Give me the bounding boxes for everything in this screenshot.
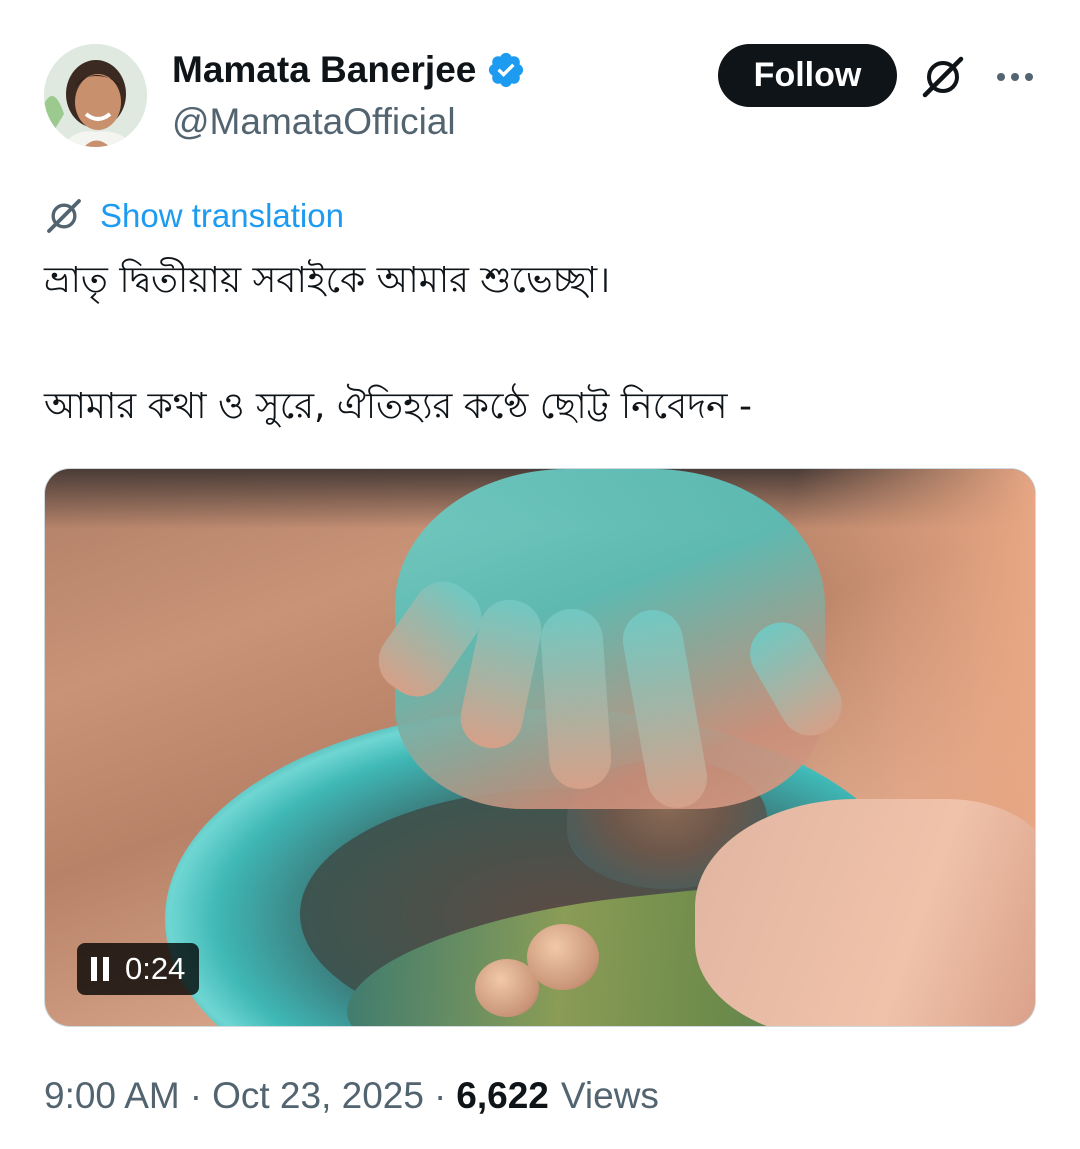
show-translation-link[interactable]: Show translation bbox=[44, 194, 344, 238]
video-controls[interactable]: 0:24 bbox=[77, 943, 200, 995]
author-handle[interactable]: @MamataOfficial bbox=[172, 98, 456, 146]
tweet-meta: 9:00 AM · Oct 23, 2025 · 6,622 Views bbox=[44, 1072, 659, 1120]
grok-icon bbox=[47, 199, 81, 233]
show-translation-label[interactable]: Show translation bbox=[100, 194, 344, 238]
tweet-time[interactable]: 9:00 AM bbox=[44, 1072, 180, 1120]
video-frame-sweet bbox=[527, 924, 599, 990]
avatar-image bbox=[44, 44, 147, 147]
tweet-text-line: ভ্রাতৃ দ্বিতীয়ায় সবাইকে আমার শুভেচ্ছা। bbox=[44, 260, 611, 301]
pause-icon[interactable] bbox=[91, 957, 109, 981]
author-name-text[interactable]: Mamata Banerjee bbox=[172, 46, 476, 94]
video-frame-finger bbox=[538, 607, 614, 791]
more-icon-dot bbox=[1025, 73, 1033, 81]
video-time: 0:24 bbox=[125, 951, 186, 986]
tweet-text-line: আমার কথা ও সুরে, ঐতিহ্যর কণ্ঠে ছোট্ট নিব… bbox=[44, 386, 752, 427]
meta-separator: · bbox=[433, 1075, 447, 1116]
more-icon-dot bbox=[1011, 73, 1019, 81]
follow-button[interactable]: Follow bbox=[718, 44, 897, 107]
author-name[interactable]: Mamata Banerjee bbox=[172, 46, 526, 94]
meta-separator: · bbox=[189, 1075, 203, 1116]
tweet-date[interactable]: Oct 23, 2025 bbox=[212, 1072, 424, 1120]
more-icon-dot bbox=[997, 73, 1005, 81]
more-options-button[interactable] bbox=[988, 50, 1042, 104]
verified-badge-icon bbox=[489, 52, 524, 88]
avatar[interactable] bbox=[44, 44, 147, 147]
video-frame-hand bbox=[695, 799, 1035, 1026]
video-player[interactable]: 0:24 bbox=[44, 468, 1036, 1027]
grok-button[interactable] bbox=[916, 50, 970, 104]
views-count: 6,622 bbox=[456, 1075, 549, 1116]
grok-icon bbox=[922, 56, 964, 98]
views-label: Views bbox=[560, 1075, 659, 1116]
